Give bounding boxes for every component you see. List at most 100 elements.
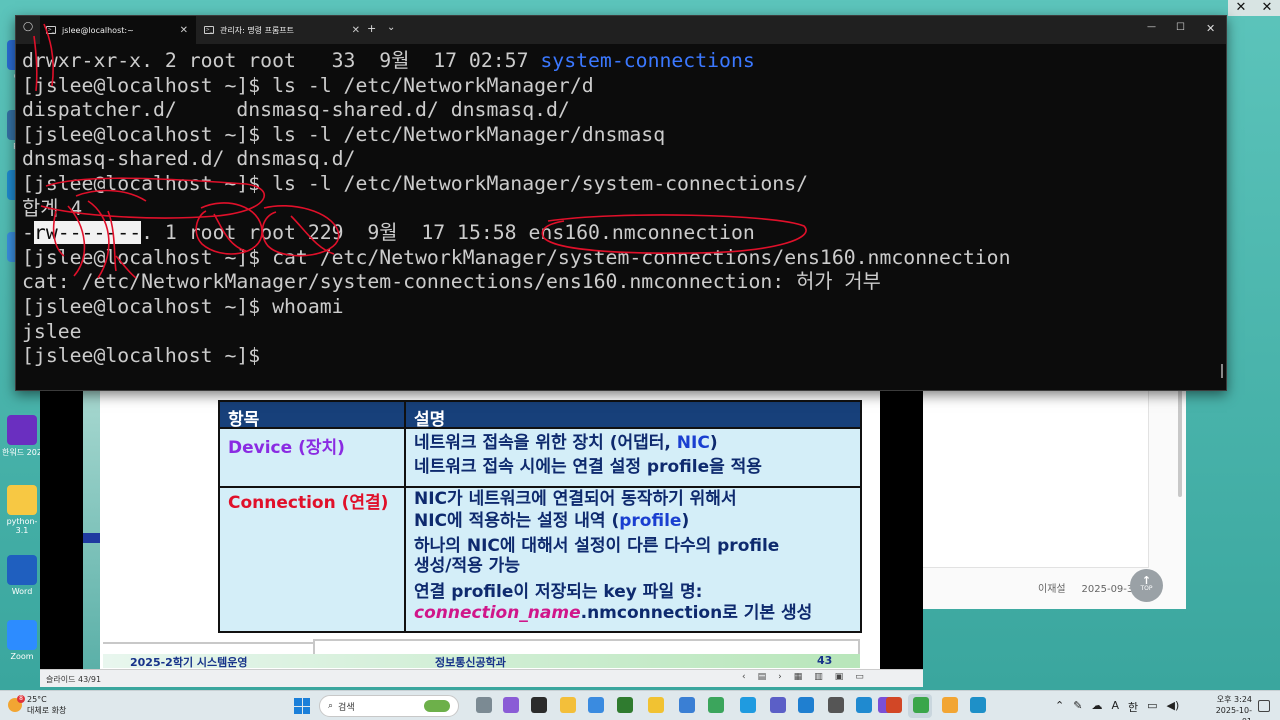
- table-term: Connection (연결): [228, 493, 389, 513]
- terminal-line: [jslee@localhost ~]$ cat /etc/NetworkMan…: [22, 246, 1010, 271]
- present-icon[interactable]: ▭: [855, 672, 864, 682]
- task-view-icon[interactable]: [476, 697, 492, 713]
- notification-icon[interactable]: [1258, 700, 1270, 712]
- teams-icon[interactable]: [770, 697, 786, 713]
- footer-strip: 2025-2학기 시스템운영 정보통신공학과 43: [103, 654, 860, 669]
- tab-bar: ◯ >_ jslee@localhost:~ ✕ >_ 관리자: 명령 프롬프트…: [16, 16, 1226, 44]
- maximize-button[interactable]: ☐: [1176, 22, 1185, 33]
- chevron-up-icon[interactable]: ⌃: [1055, 699, 1064, 715]
- sun-icon: 8: [8, 695, 25, 712]
- grid-icon[interactable]: ▦: [794, 672, 803, 682]
- sticky-icon[interactable]: [648, 697, 664, 713]
- slide: 항목 설명 Device (장치) 네트워크 접속을 위한 장치 (어댑터, NI…: [83, 385, 880, 669]
- volume-icon[interactable]: ◀): [1167, 699, 1180, 715]
- close-icon[interactable]: ✕: [1254, 0, 1280, 16]
- header-item: 항목: [228, 410, 260, 430]
- table-description-line: NIC가 네트워크에 연결되어 동작하기 위해서: [414, 488, 737, 510]
- minimize-button[interactable]: —: [1147, 22, 1156, 32]
- start-button[interactable]: [294, 698, 310, 714]
- table-description-line: 연결 profile이 저장되는 key 파일 명:: [414, 581, 702, 603]
- terminal-icon: >_: [204, 26, 214, 34]
- search-placeholder: 검색: [338, 702, 355, 713]
- slide-side-bar: [83, 385, 100, 669]
- app-icon[interactable]: [942, 697, 958, 713]
- new-tab-button[interactable]: +: [367, 22, 376, 35]
- desktop-icon[interactable]: Word: [2, 555, 42, 596]
- sc-icon[interactable]: [856, 697, 872, 713]
- terminal-icon: >_: [46, 26, 56, 34]
- content-card: [923, 385, 1149, 568]
- terminal-line: [jslee@localhost ~]$ whoami: [22, 295, 1010, 320]
- next-icon[interactable]: ›: [778, 672, 782, 682]
- tab-jslee[interactable]: >_ jslee@localhost:~ ✕: [40, 16, 196, 44]
- desktop-icon-label: python-3.1: [6, 517, 38, 535]
- powerpoint-icon[interactable]: [886, 697, 902, 713]
- desktop-icon[interactable]: python-3.1: [2, 485, 42, 535]
- description-segment: 생성/적용 가능: [414, 556, 520, 576]
- terminal-text: [jslee@localhost ~]$ ls -l /etc/NetworkM…: [22, 171, 809, 195]
- reading-icon[interactable]: ▥: [814, 672, 823, 682]
- description-segment: 하나의 NIC에 대해서 설정이 다른 다수의 profile: [414, 536, 780, 556]
- table-description-line: 네트워크 접속을 위한 장치 (어댑터, NIC): [414, 432, 718, 454]
- arrow-up-icon: ↑: [1141, 574, 1152, 587]
- prev-icon[interactable]: ‹: [742, 672, 746, 682]
- close-icon[interactable]: ✕: [352, 25, 360, 36]
- store-icon[interactable]: [617, 697, 633, 713]
- scrollbar[interactable]: [1178, 387, 1182, 497]
- scrollbar[interactable]: [1221, 364, 1223, 378]
- chat-icon[interactable]: [588, 697, 604, 713]
- network-icon[interactable]: ▭: [1147, 699, 1157, 715]
- terminal-line: dispatcher.d/ dnsmasq-shared.d/ dnsmasq.…: [22, 98, 1010, 123]
- terminal-output[interactable]: drwxr-xr-x. 2 root root 33 9월 17 02:57 s…: [22, 49, 1010, 369]
- header-description: 설명: [414, 410, 446, 430]
- pen-icon[interactable]: ✎: [1073, 699, 1082, 715]
- search-box[interactable]: ⌕ 검색: [319, 695, 459, 717]
- date: 2025-10-01: [1215, 706, 1252, 720]
- time: 오후 3:24: [1216, 695, 1252, 704]
- ime-icon[interactable]: 한: [1128, 699, 1138, 715]
- font-icon[interactable]: A: [1111, 699, 1119, 715]
- weather-temp: 25°C: [27, 695, 47, 704]
- edge-icon[interactable]: [740, 697, 756, 713]
- list-icon[interactable]: ▤: [758, 672, 767, 682]
- terminal-line: drwxr-xr-x. 2 root root 33 9월 17 02:57 s…: [22, 49, 1010, 74]
- terminal-text: . 1 root root 229 9월 17 15:58 ens160.nmc…: [141, 221, 755, 245]
- split-icon[interactable]: ▣: [835, 672, 844, 682]
- description-segment: NIC: [676, 433, 710, 453]
- widgets-icon[interactable]: [503, 697, 519, 713]
- slide-marker: [83, 533, 100, 543]
- terminal-text: [jslee@localhost ~]$ whoami: [22, 294, 344, 318]
- mail-icon[interactable]: [679, 697, 695, 713]
- desktop-icon[interactable]: Zoom: [2, 620, 42, 661]
- app-icon[interactable]: [970, 697, 986, 713]
- snip-icon[interactable]: [913, 697, 929, 713]
- close-icon[interactable]: ✕: [1228, 0, 1254, 16]
- tab-label: 관리자: 명령 프롬프트: [220, 25, 295, 35]
- terminal-line: 합계 4: [22, 197, 1010, 222]
- table-divider: [404, 402, 406, 631]
- close-icon[interactable]: ✕: [180, 25, 188, 36]
- terminal-line: [jslee@localhost ~]$: [22, 344, 1010, 369]
- cloud-icon[interactable]: ☁: [1091, 699, 1102, 715]
- top-label: TOP: [1140, 585, 1153, 592]
- description-segment: 연결 profile이 저장되는 key 파일 명:: [414, 582, 703, 602]
- chevron-down-icon[interactable]: ⌄: [387, 22, 395, 33]
- clock[interactable]: 오후 3:24 2025-10-01: [1208, 694, 1252, 720]
- close-button[interactable]: ✕: [1206, 22, 1215, 35]
- vscode-icon[interactable]: [798, 697, 814, 713]
- terminal-text: [jslee@localhost ~]$: [22, 344, 273, 368]
- terminal-window[interactable]: ◯ >_ jslee@localhost:~ ✕ >_ 관리자: 명령 프롬프트…: [15, 15, 1227, 391]
- terminal-text: [jslee@localhost ~]$ cat /etc/NetworkMan…: [22, 245, 1011, 269]
- table-description-line: NIC에 적용하는 설정 내역 (profile): [414, 510, 689, 532]
- app-icon: [7, 485, 37, 515]
- file-explorer-icon[interactable]: [560, 697, 576, 713]
- table-header: 항목 설명: [220, 402, 860, 430]
- terminal-icon[interactable]: [531, 697, 547, 713]
- tab-cmd[interactable]: >_ 관리자: 명령 프롬프트 ✕: [196, 16, 368, 44]
- chrome-icon[interactable]: [708, 697, 724, 713]
- desktop-icon[interactable]: 한워드 202: [2, 415, 42, 458]
- settings-icon[interactable]: [828, 697, 844, 713]
- weather-widget[interactable]: 8 25°C 대체로 화창: [8, 694, 66, 716]
- author: 이재설: [1038, 584, 1066, 595]
- scroll-top-button[interactable]: ↑ TOP: [1130, 569, 1163, 602]
